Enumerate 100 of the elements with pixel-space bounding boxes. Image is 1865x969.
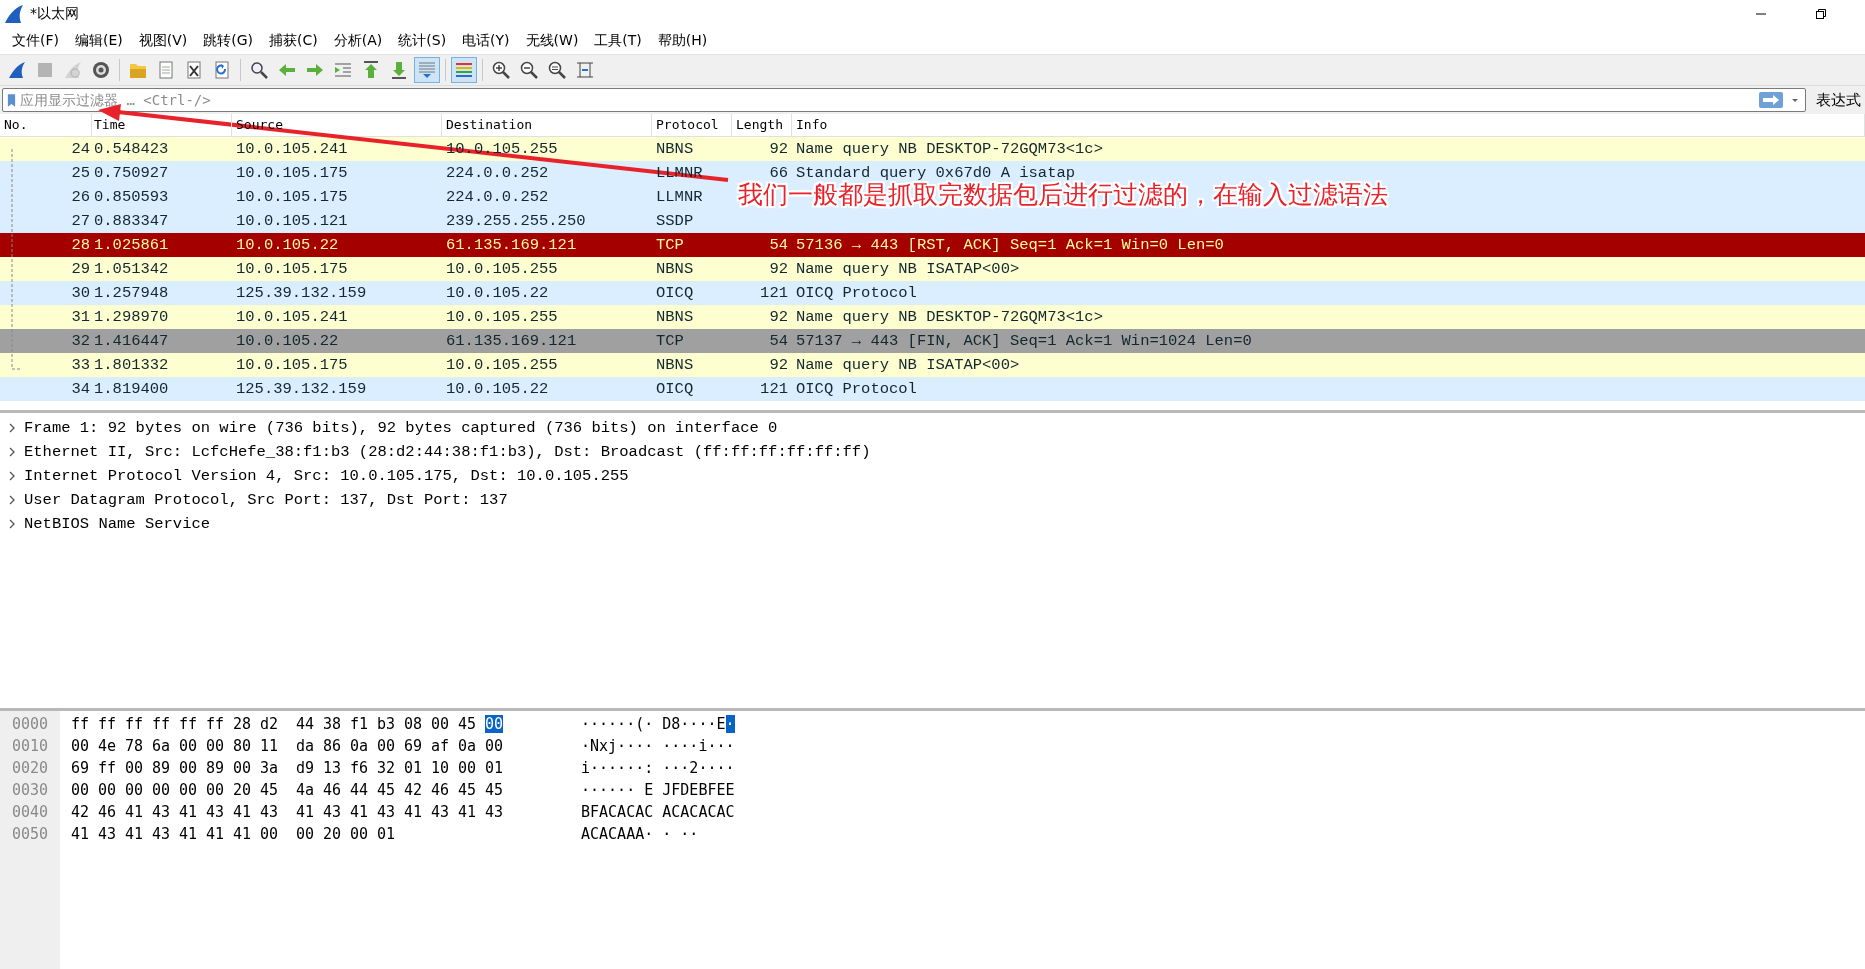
detail-line[interactable]: Internet Protocol Version 4, Src: 10.0.105.175, Dst: 10.0.105.255 [24,467,629,485]
hex-byte[interactable]: 3a [260,759,278,777]
hex-byte[interactable]: ff [71,715,89,733]
hex-byte[interactable]: 46 [323,781,341,799]
hex-byte[interactable]: 00 [206,781,224,799]
hex-byte[interactable]: 69 [404,737,422,755]
filter-field[interactable]: 应用显示过滤器 … <Ctrl-/> [2,88,1806,112]
menu-item[interactable]: 统计(S) [390,32,455,50]
hex-byte[interactable]: ff [179,715,197,733]
hex-byte[interactable]: 69 [71,759,89,777]
hex-byte[interactable]: 6a [152,737,170,755]
packet-row[interactable]: 33 1.801332 10.0.105.175 10.0.105.255 NBNS 92 Name query NB ISATAP<00> [0,353,1865,377]
menu-item[interactable]: 捕获(C) [261,32,326,50]
ascii-text[interactable]: ······(· D8····E [581,715,726,733]
hex-byte[interactable]: 41 [458,803,476,821]
hex-byte[interactable]: 00 [233,759,251,777]
hex-byte[interactable]: 41 [233,825,251,843]
hex-byte[interactable]: f1 [350,715,368,733]
hex-byte[interactable]: 41 [125,803,143,821]
hex-byte[interactable]: 41 [179,825,197,843]
hex-byte[interactable]: 00 [485,737,503,755]
hex-byte[interactable]: 86 [323,737,341,755]
packet-row[interactable]: 30 1.257948 125.39.132.159 10.0.105.22 OICQ 121 OICQ Protocol [0,281,1865,305]
menu-item[interactable]: 文件(F) [4,32,67,50]
hex-byte[interactable]: 44 [296,715,314,733]
hex-byte[interactable]: 46 [431,781,449,799]
hex-byte[interactable]: 41 [125,825,143,843]
hex-byte[interactable]: 41 [71,825,89,843]
hex-byte[interactable]: 41 [179,803,197,821]
hex-byte[interactable]: 01 [377,825,395,843]
column-header[interactable]: Protocol [652,114,732,136]
hex-byte[interactable]: d2 [260,715,278,733]
hex-byte[interactable]: 00 [125,781,143,799]
hex-byte[interactable]: 20 [323,825,341,843]
hex-byte[interactable]: 00 [71,737,89,755]
hex-byte[interactable]: 32 [377,759,395,777]
menu-item[interactable]: 电话(Y) [454,32,518,50]
hex-byte[interactable]: 00 [431,715,449,733]
chevron-icon[interactable] [8,494,16,506]
hex-byte[interactable]: b3 [377,715,395,733]
menu-item[interactable]: 无线(W) [517,32,587,50]
column-header[interactable]: Length [732,114,792,136]
ascii-text[interactable]: ·Nxj···· ····i··· [581,737,735,755]
chevron-icon[interactable] [8,470,16,482]
hex-byte[interactable]: 78 [125,737,143,755]
hex-byte[interactable]: 43 [260,803,278,821]
hex-byte[interactable]: 00 [296,825,314,843]
hex-byte[interactable]: 38 [323,715,341,733]
menu-item[interactable]: 帮助(H) [649,32,716,50]
detail-line[interactable]: NetBIOS Name Service [24,515,211,533]
hex-byte[interactable]: 00 [377,737,395,755]
hex-byte[interactable]: 00 [179,759,197,777]
packet-row[interactable]: 29 1.051342 10.0.105.175 10.0.105.255 NBNS 92 Name query NB ISATAP<00> [0,257,1865,281]
hex-byte[interactable]: 43 [206,803,224,821]
chevron-icon[interactable] [8,422,16,434]
hex-byte[interactable]: 43 [98,825,116,843]
hex-byte[interactable]: 43 [323,803,341,821]
hex-byte[interactable]: ff [98,715,116,733]
restore-icon[interactable] [1815,8,1827,20]
hex-byte[interactable]: 00 [71,781,89,799]
hex-byte[interactable]: 4e [98,737,116,755]
hex-byte[interactable]: 80 [233,737,251,755]
hex-byte[interactable]: 00 [98,781,116,799]
hex-byte[interactable]: ff [98,759,116,777]
packet-row[interactable]: 28 1.025861 10.0.105.22 61.135.169.121 TCP 54 57136 → 443 [RST, ACK] Seq=1 Ack=1 Win=0 Len=0 [0,233,1865,257]
hex-byte[interactable]: 45 [458,715,476,733]
column-header[interactable]: No. [0,114,92,136]
hex-byte[interactable]: 41 [296,803,314,821]
hex-byte[interactable]: 42 [71,803,89,821]
hex-byte[interactable]: af [431,737,449,755]
hex-byte[interactable]: 45 [377,781,395,799]
menu-item[interactable]: 编辑(E) [67,32,131,50]
hex-byte[interactable]: d9 [296,759,314,777]
hex-byte[interactable]: 00 [179,781,197,799]
ascii-text[interactable]: BFACACAC ACACACAC [581,803,735,821]
hex-byte[interactable]: 00 [260,825,278,843]
hex-byte[interactable]: 45 [458,781,476,799]
chevron-icon[interactable] [8,446,16,458]
packet-row[interactable]: 31 1.298970 10.0.105.241 10.0.105.255 NBNS 92 Name query NB DESKTOP-72GQM73<1c> [0,305,1865,329]
hex-byte[interactable]: 20 [233,781,251,799]
menu-item[interactable]: 分析(A) [325,32,391,50]
bookmark-icon[interactable] [7,92,16,108]
hex-byte[interactable]: ff [152,715,170,733]
hex-byte[interactable]: 0a [350,737,368,755]
hex-byte[interactable]: 43 [377,803,395,821]
packet-row[interactable]: 27 0.883347 10.0.105.121 239.255.255.250 SSDP [0,209,1865,233]
hex-byte[interactable]: da [296,737,314,755]
hex-byte[interactable]: 00 [152,781,170,799]
hex-byte[interactable]: 08 [404,715,422,733]
hex-byte[interactable]: 42 [404,781,422,799]
hex-byte[interactable]: 89 [206,759,224,777]
chevron-icon[interactable] [8,518,16,530]
hex-byte[interactable]: 00 [206,737,224,755]
hex-byte[interactable]: 0a [458,737,476,755]
dropdown-icon[interactable] [1791,96,1799,104]
hex-byte[interactable]: 45 [485,781,503,799]
hex-byte[interactable]: 00 [350,825,368,843]
menu-item[interactable]: 视图(V) [130,32,196,50]
hex-byte[interactable]: 4a [296,781,314,799]
hex-byte[interactable]: 43 [485,803,503,821]
